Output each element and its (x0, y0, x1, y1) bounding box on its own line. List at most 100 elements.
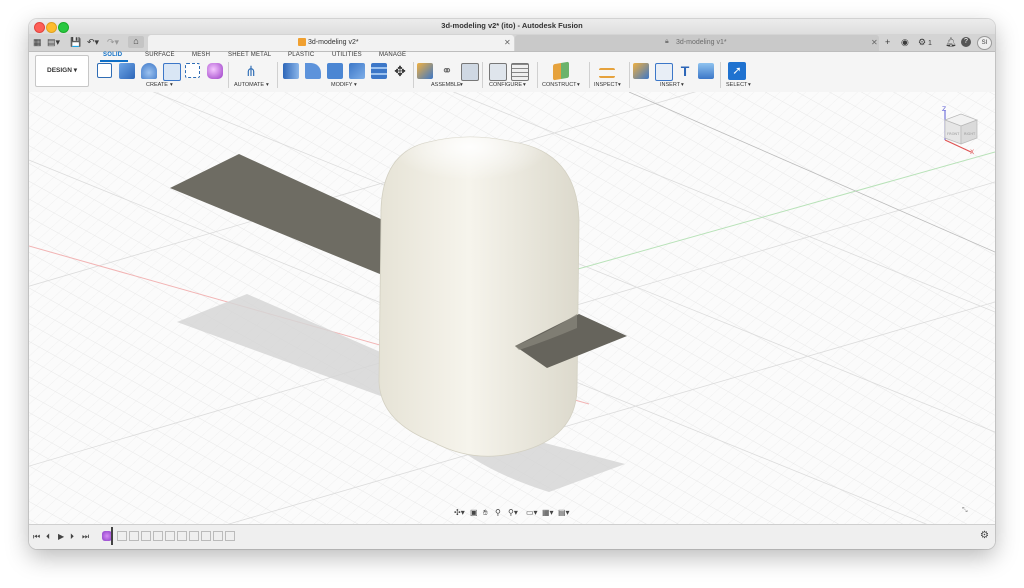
timeline-feature-icon[interactable] (225, 531, 235, 541)
tab-surface[interactable]: SURFACE (145, 52, 175, 58)
as-built-joint-icon[interactable] (461, 63, 479, 81)
pan-icon[interactable]: ✋︎ (483, 508, 488, 518)
timeline-feature-icon[interactable] (177, 531, 187, 541)
tab-manage[interactable]: MANAGE (379, 52, 406, 58)
redo-icon[interactable]: ↷▾ (107, 37, 119, 48)
insert-canvas-icon[interactable] (698, 63, 714, 79)
fillet-icon[interactable] (305, 63, 321, 79)
pattern-icon[interactable] (185, 63, 200, 78)
file-menu-icon[interactable]: ▤▾ (47, 37, 60, 48)
title-bar: 3d-modeling v2* (ito) - Autodesk Fusion (29, 19, 995, 35)
group-configure[interactable]: CONFIGURE (489, 82, 522, 88)
insert-mesh-icon[interactable] (655, 63, 673, 81)
tab-sheet-metal[interactable]: SHEET METAL (228, 52, 271, 58)
workspace-switcher[interactable]: DESIGN ▾ (35, 55, 89, 87)
group-automate[interactable]: AUTOMATE (234, 82, 264, 88)
user-avatar[interactable]: SI (977, 36, 992, 50)
home-icon[interactable]: ⌂ (128, 36, 144, 48)
new-component-icon[interactable] (417, 63, 433, 79)
notifications-icon[interactable]: 🔔︎ (945, 37, 956, 48)
undo-icon[interactable]: ↶▾ (87, 37, 99, 48)
tab-inactive-document[interactable]: 🔒︎ 3d-modeling v1* ✕ (515, 35, 879, 51)
timeline-start-icon[interactable]: ⏮ (33, 532, 40, 542)
group-modify[interactable]: MODIFY (331, 82, 352, 88)
group-separator (277, 62, 278, 88)
group-create[interactable]: CREATE (146, 82, 168, 88)
select-icon[interactable]: ➚ (728, 62, 746, 80)
revolve-icon[interactable] (141, 63, 157, 79)
group-separator (589, 62, 590, 88)
save-icon[interactable]: 💾 (70, 37, 81, 48)
timeline-feature-icon[interactable] (117, 531, 127, 541)
viewport-scene: ⤡ (29, 92, 995, 524)
joint-icon[interactable]: ⚭ (439, 63, 455, 79)
group-separator (482, 62, 483, 88)
timeline-marker[interactable] (111, 527, 113, 545)
group-separator (537, 62, 538, 88)
timeline-feature-icon[interactable] (141, 531, 151, 541)
timeline-prev-icon[interactable]: ⏴ (46, 532, 50, 542)
chamfer-icon[interactable] (327, 63, 343, 79)
document-tab-bar: ▦ ▤▾ 💾 ↶▾ ↷▾ ⌂ 3d-modeling v2* ✕ 🔒︎ 3d-m… (29, 34, 995, 52)
timeline-feature-icon[interactable] (189, 531, 199, 541)
display-settings-icon[interactable]: ▭▾ (526, 508, 538, 517)
timeline-feature-icon[interactable] (153, 531, 163, 541)
timeline-end-icon[interactable]: ⏭ (82, 532, 89, 542)
tab-mesh[interactable]: MESH (192, 52, 210, 58)
group-select[interactable]: SELECT (726, 82, 747, 88)
measure-icon[interactable] (599, 68, 615, 78)
tab-active-label: 3d-modeling v2* (308, 39, 359, 46)
form-icon[interactable] (207, 63, 223, 79)
extensions-icon[interactable]: ◉ (901, 37, 909, 48)
group-inspect[interactable]: INSPECT (594, 82, 618, 88)
extrude-icon[interactable] (119, 63, 135, 79)
group-construct[interactable]: CONSTRUCT (542, 82, 577, 88)
timeline-bar: ⏮ ⏴ ▶ ⏵ ⏭ ⚙︎ (29, 524, 995, 549)
viewports-icon[interactable]: ▤▾ (558, 508, 570, 517)
group-assemble[interactable]: ASSEMBLE (431, 82, 461, 88)
zoom-icon[interactable]: ⚲ (495, 508, 501, 517)
window-title: 3d-modeling v2* (ito) - Autodesk Fusion (441, 21, 583, 30)
zoom-window-icon[interactable]: ⚲▾ (508, 508, 518, 517)
timeline-settings-icon[interactable]: ⚙︎ (980, 531, 989, 541)
tab-utilities[interactable]: UTILITIES (332, 52, 362, 58)
viewcube-x-label: X (970, 149, 974, 156)
timeline-play-icon[interactable]: ▶ (58, 532, 64, 542)
app-grid-icon[interactable]: ▦ (33, 37, 42, 48)
hole-icon[interactable] (163, 63, 181, 81)
configure-icon[interactable] (489, 63, 507, 81)
look-at-icon[interactable]: ▣ (470, 508, 478, 517)
job-status-icon[interactable]: ⚙︎ (918, 37, 926, 48)
tab-active-document[interactable]: 3d-modeling v2* ✕ (148, 35, 514, 51)
shell-icon[interactable] (349, 63, 365, 79)
close-tab-icon[interactable]: ✕ (504, 38, 511, 47)
close-tab-icon[interactable]: ✕ (871, 38, 878, 47)
viewport-canvas[interactable]: ⤡ Z X FRONT RIGHT (29, 92, 995, 524)
timeline-feature-icon[interactable] (213, 531, 223, 541)
insert-text-icon[interactable]: T (677, 63, 693, 79)
timeline-feature-icon[interactable] (165, 531, 175, 541)
orbit-icon[interactable]: ✣▾ (454, 508, 465, 517)
offset-plane-icon[interactable] (553, 61, 569, 81)
insert-derive-icon[interactable] (633, 63, 649, 79)
group-insert[interactable]: INSERT (660, 82, 680, 88)
new-tab-icon[interactable]: + (885, 37, 890, 48)
timeline-feature-icon[interactable] (129, 531, 139, 541)
help-icon[interactable]: ? (961, 37, 971, 47)
viewcube[interactable]: Z X FRONT RIGHT (935, 104, 985, 156)
configuration-table-icon[interactable] (511, 63, 529, 81)
design-file-icon (298, 38, 306, 46)
app-window: 3d-modeling v2* (ito) - Autodesk Fusion … (29, 19, 995, 549)
viewcube-right-label: RIGHT (964, 132, 976, 136)
timeline-next-icon[interactable]: ⏵ (70, 532, 74, 542)
timeline-feature-icon[interactable] (201, 531, 211, 541)
group-separator (413, 62, 414, 88)
move-icon[interactable]: ✥ (392, 63, 408, 79)
combine-icon[interactable] (371, 63, 387, 79)
press-pull-icon[interactable] (283, 63, 299, 79)
grid-settings-icon[interactable]: ▦▾ (542, 508, 554, 517)
tab-plastic[interactable]: PLASTIC (288, 52, 314, 58)
automate-icon[interactable]: ⋔ (243, 63, 259, 79)
tab-solid[interactable]: SOLID (103, 52, 122, 58)
create-sketch-icon[interactable] (97, 63, 112, 78)
